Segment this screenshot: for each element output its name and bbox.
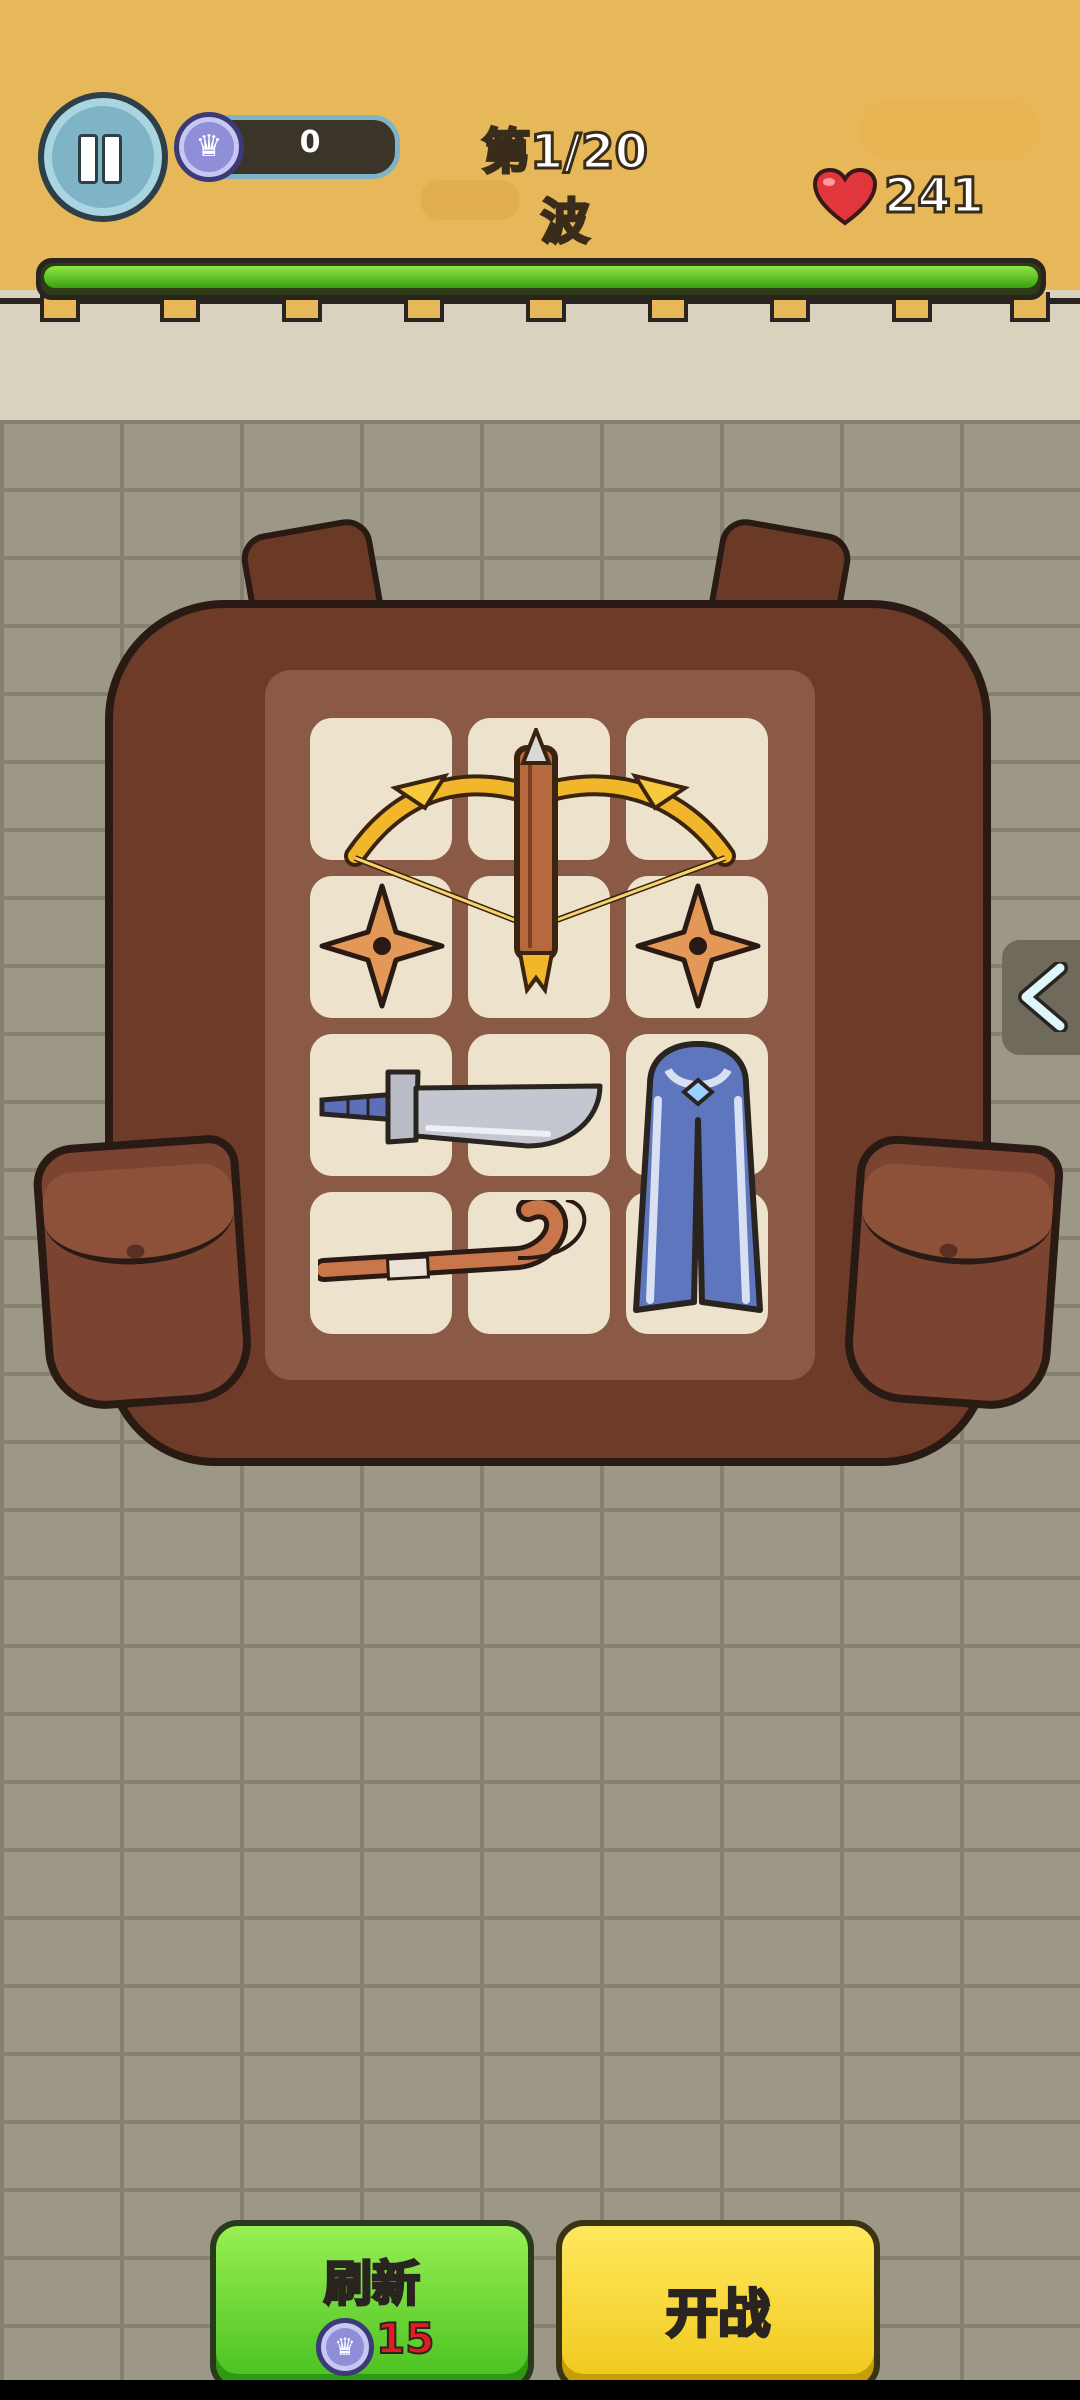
sand-smudge xyxy=(860,100,1040,160)
health-value: 241 xyxy=(882,167,985,226)
pause-button[interactable] xyxy=(38,92,168,222)
coin-count: 0 xyxy=(299,125,321,160)
dagger-icon[interactable] xyxy=(318,1050,604,1162)
system-nav-bar xyxy=(0,2380,1080,2400)
shuriken-icon[interactable] xyxy=(318,882,446,1010)
cloak-icon[interactable] xyxy=(628,1040,768,1330)
shepherd-staff-icon[interactable] xyxy=(318,1200,604,1324)
refresh-button[interactable]: 刷新 ♛ 15 xyxy=(210,2220,534,2392)
crown-coin-icon: ♛ xyxy=(316,2318,374,2376)
refresh-label: 刷新 xyxy=(322,2255,421,2314)
backpack-pocket-left xyxy=(30,1133,256,1413)
heart-icon xyxy=(812,167,878,226)
wave-title: 第1/20波 xyxy=(481,123,650,252)
start-battle-button[interactable]: 开战 xyxy=(556,2220,880,2392)
wave-progress-bar xyxy=(36,258,1046,300)
wave-progress-fill xyxy=(44,266,1038,288)
side-panel-toggle[interactable] xyxy=(1002,940,1080,1055)
start-battle-label: 开战 xyxy=(664,2284,771,2347)
pause-icon xyxy=(102,134,122,184)
crown-coin-icon: ♛ xyxy=(174,112,244,182)
pocket-flap xyxy=(858,1161,1056,1271)
pause-icon xyxy=(78,134,98,184)
chevron-left-icon xyxy=(1018,962,1068,1032)
backpack-pocket-right xyxy=(840,1133,1066,1413)
refresh-cost: 15 xyxy=(375,2313,435,2364)
shuriken-icon[interactable] xyxy=(634,882,762,1010)
